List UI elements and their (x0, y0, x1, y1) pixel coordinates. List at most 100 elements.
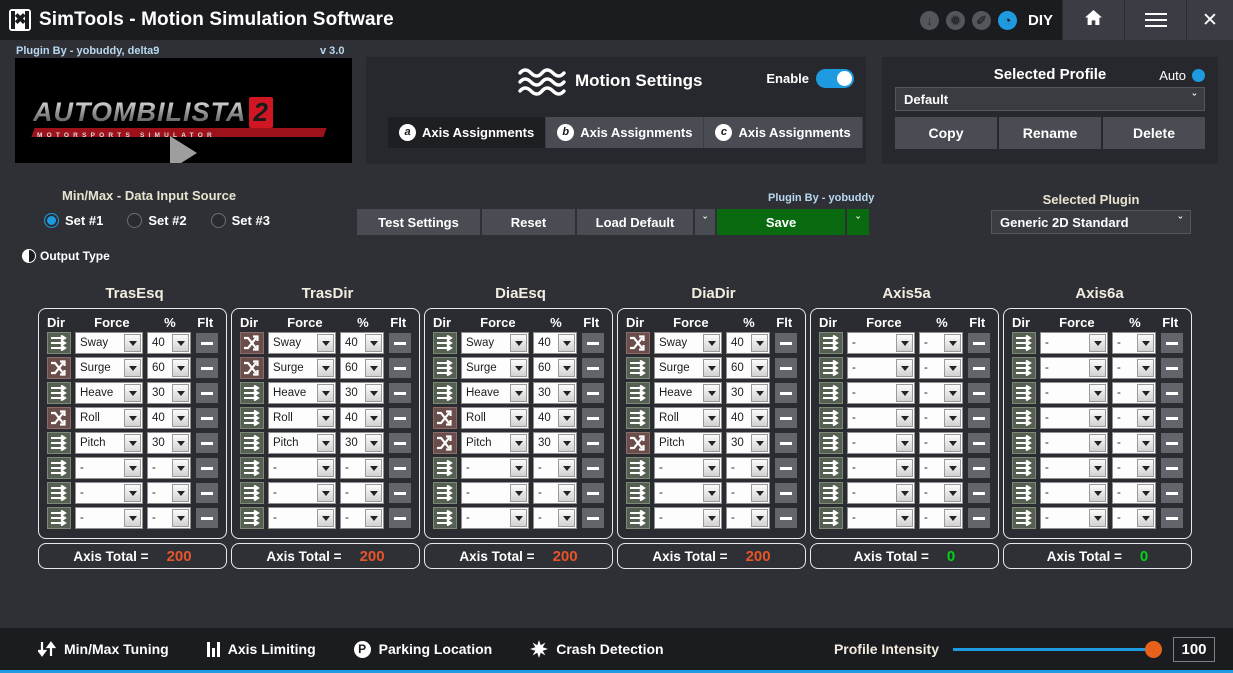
straight-arrows-icon[interactable] (433, 332, 457, 354)
straight-arrows-icon[interactable] (47, 332, 71, 354)
straight-arrows-icon[interactable] (819, 382, 843, 404)
force-select[interactable]: - (1040, 407, 1108, 429)
filter-button[interactable] (1161, 408, 1183, 428)
dropdown-arrow-icon[interactable] (751, 359, 768, 377)
crossed-arrows-icon[interactable] (433, 432, 457, 454)
percent-select[interactable]: - (919, 482, 963, 504)
dropdown-arrow-icon[interactable] (1089, 484, 1106, 502)
dropdown-arrow-icon[interactable] (896, 334, 913, 352)
percent-select[interactable]: - (340, 482, 384, 504)
delete-profile-button[interactable]: Delete (1103, 117, 1205, 149)
dropdown-arrow-icon[interactable] (317, 509, 334, 527)
reset-button[interactable]: Reset (482, 209, 577, 235)
dropdown-arrow-icon[interactable] (896, 359, 913, 377)
filter-button[interactable] (389, 358, 411, 378)
menu-button[interactable] (1124, 0, 1186, 40)
dropdown-arrow-icon[interactable] (944, 359, 961, 377)
dropdown-arrow-icon[interactable] (1137, 384, 1154, 402)
dropdown-arrow-icon[interactable] (944, 334, 961, 352)
dropdown-arrow-icon[interactable] (896, 384, 913, 402)
straight-arrows-icon[interactable] (433, 382, 457, 404)
straight-arrows-icon[interactable] (819, 457, 843, 479)
filter-button[interactable] (968, 483, 990, 503)
save-button[interactable]: Save (717, 209, 847, 235)
force-select[interactable]: - (1040, 457, 1108, 479)
save-dropdown-icon[interactable]: ˇ (847, 209, 869, 235)
force-select[interactable]: - (847, 357, 915, 379)
straight-arrows-icon[interactable] (433, 482, 457, 504)
dropdown-arrow-icon[interactable] (944, 509, 961, 527)
straight-arrows-icon[interactable] (240, 507, 264, 529)
filter-button[interactable] (775, 508, 797, 528)
force-select[interactable]: - (1040, 332, 1108, 354)
dropdown-arrow-icon[interactable] (751, 459, 768, 477)
dropdown-arrow-icon[interactable] (510, 359, 527, 377)
filter-button[interactable] (389, 483, 411, 503)
percent-select[interactable]: 30 (340, 432, 384, 454)
dropdown-arrow-icon[interactable] (317, 334, 334, 352)
percent-select[interactable]: 60 (340, 357, 384, 379)
force-select[interactable]: - (654, 482, 722, 504)
filter-button[interactable] (582, 358, 604, 378)
dropdown-arrow-icon[interactable] (1089, 359, 1106, 377)
percent-select[interactable]: 30 (726, 432, 770, 454)
dropdown-arrow-icon[interactable] (317, 484, 334, 502)
straight-arrows-icon[interactable] (433, 357, 457, 379)
percent-select[interactable]: 40 (726, 407, 770, 429)
force-select[interactable]: - (847, 332, 915, 354)
dropdown-arrow-icon[interactable] (703, 509, 720, 527)
filter-button[interactable] (389, 333, 411, 353)
percent-select[interactable]: - (1112, 357, 1156, 379)
dropdown-arrow-icon[interactable] (703, 434, 720, 452)
dropdown-arrow-icon[interactable] (558, 384, 575, 402)
dropdown-arrow-icon[interactable] (172, 384, 189, 402)
force-select[interactable]: Surge (654, 357, 722, 379)
force-select[interactable]: Heave (654, 382, 722, 404)
straight-arrows-icon[interactable] (1012, 432, 1036, 454)
dropdown-arrow-icon[interactable] (124, 334, 141, 352)
force-select[interactable]: Heave (75, 382, 143, 404)
dropdown-arrow-icon[interactable] (510, 334, 527, 352)
filter-button[interactable] (1161, 358, 1183, 378)
filter-button[interactable] (582, 508, 604, 528)
dropdown-arrow-icon[interactable] (703, 359, 720, 377)
force-select[interactable]: Pitch (75, 432, 143, 454)
percent-select[interactable]: 40 (147, 332, 191, 354)
straight-arrows-icon[interactable] (433, 507, 457, 529)
force-select[interactable]: - (654, 507, 722, 529)
percent-select[interactable]: - (919, 457, 963, 479)
force-select[interactable]: - (847, 457, 915, 479)
straight-arrows-icon[interactable] (819, 507, 843, 529)
force-select[interactable]: Roll (75, 407, 143, 429)
dropdown-arrow-icon[interactable] (944, 434, 961, 452)
force-select[interactable]: - (75, 482, 143, 504)
close-button[interactable]: ✕ (1186, 0, 1233, 40)
force-select[interactable]: - (75, 457, 143, 479)
straight-arrows-icon[interactable] (1012, 482, 1036, 504)
force-select[interactable]: Roll (654, 407, 722, 429)
straight-arrows-icon[interactable] (1012, 382, 1036, 404)
load-default-dropdown-icon[interactable]: ˇ (695, 209, 717, 235)
force-select[interactable]: - (1040, 357, 1108, 379)
straight-arrows-icon[interactable] (626, 457, 650, 479)
play-icon[interactable] (170, 136, 197, 163)
straight-arrows-icon[interactable] (240, 457, 264, 479)
dropdown-arrow-icon[interactable] (172, 434, 189, 452)
tab-axis-assignments-a[interactable]: a Axis Assignments (388, 117, 546, 148)
force-select[interactable]: Sway (654, 332, 722, 354)
dropdown-arrow-icon[interactable] (124, 409, 141, 427)
straight-arrows-icon[interactable] (1012, 457, 1036, 479)
percent-select[interactable]: - (1112, 482, 1156, 504)
dropdown-arrow-icon[interactable] (896, 509, 913, 527)
force-select[interactable]: - (654, 457, 722, 479)
download-icon[interactable]: ↓ (920, 11, 939, 30)
dropdown-arrow-icon[interactable] (944, 484, 961, 502)
slider-knob[interactable] (1145, 641, 1162, 658)
straight-arrows-icon[interactable] (626, 407, 650, 429)
dropdown-arrow-icon[interactable] (703, 409, 720, 427)
dropdown-arrow-icon[interactable] (1137, 334, 1154, 352)
filter-button[interactable] (196, 508, 218, 528)
home-button[interactable] (1062, 0, 1124, 40)
percent-select[interactable]: - (919, 432, 963, 454)
dropdown-arrow-icon[interactable] (1089, 509, 1106, 527)
